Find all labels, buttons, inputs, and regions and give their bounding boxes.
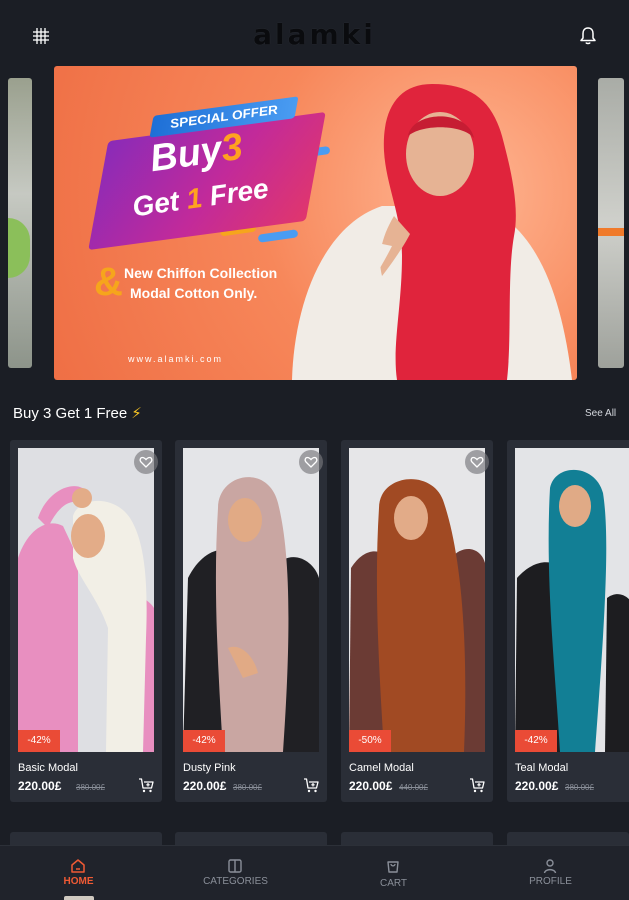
cart-icon: [387, 861, 399, 873]
banner-website: www.alamki.com: [128, 354, 224, 364]
heart-icon: [304, 456, 318, 468]
banner-subtitle-1: New Chiffon Collection: [124, 265, 278, 281]
product-name: Dusty Pink: [183, 762, 236, 774]
product-price: 220.00£: [183, 779, 227, 793]
nav-home-label: HOME: [63, 876, 94, 887]
heart-icon: [139, 456, 153, 468]
section-title: Buy 3 Get 1 Free ⚡: [13, 405, 142, 422]
carousel-next-slide[interactable]: [598, 78, 624, 368]
discount-badge: -42%: [515, 730, 557, 752]
bottom-navigation: HOME CATEGORIES CART PROFILE: [0, 846, 629, 900]
product-name: Basic Modal: [18, 762, 78, 774]
discount-badge: -50%: [349, 730, 391, 752]
favorite-button[interactable]: [134, 450, 158, 474]
product-price: 220.00£: [18, 779, 62, 793]
active-indicator: [64, 896, 94, 900]
discount-badge: -42%: [18, 730, 60, 752]
nav-profile-label: PROFILE: [529, 876, 572, 887]
product-card[interactable]: -42% Dusty Pink 220.00£ 380.00£: [175, 440, 327, 802]
discount-badge: -42%: [183, 730, 225, 752]
nav-categories-label: CATEGORIES: [203, 876, 268, 887]
original-price: 380.00£: [76, 783, 105, 792]
app-header: alamki: [0, 0, 629, 64]
product-image[interactable]: -42%: [18, 448, 154, 752]
product-image[interactable]: -50%: [349, 448, 485, 752]
add-to-cart-icon[interactable]: [138, 777, 154, 793]
heart-icon: [470, 456, 484, 468]
add-to-cart-icon[interactable]: [303, 777, 319, 793]
promo-banner[interactable]: SPECIAL OFFER Buy3 Get 1 Free & New Chif…: [54, 66, 577, 380]
product-card[interactable]: -42% Basic Modal 220.00£ 380.00£: [10, 440, 162, 802]
original-price: 440.00£: [399, 783, 428, 792]
nav-profile[interactable]: PROFILE: [472, 846, 629, 900]
promo-carousel[interactable]: SPECIAL OFFER Buy3 Get 1 Free & New Chif…: [0, 64, 629, 382]
ampersand-glyph: &: [94, 260, 123, 304]
home-icon: [71, 859, 85, 873]
bell-icon[interactable]: [578, 26, 598, 46]
nav-categories[interactable]: CATEGORIES: [157, 846, 314, 900]
banner-subtitle-2: Modal Cotton Only.: [130, 285, 258, 301]
product-card[interactable]: -42% Teal Modal 220.00£ 380.00£: [507, 440, 629, 802]
nav-cart[interactable]: CART: [315, 846, 472, 900]
product-name: Teal Modal: [515, 762, 569, 774]
add-to-cart-icon[interactable]: [469, 777, 485, 793]
product-name: Camel Modal: [349, 762, 414, 774]
banner-model-image: [292, 84, 572, 380]
nav-cart-label: CART: [379, 878, 408, 889]
carousel-previous-slide[interactable]: [8, 78, 32, 368]
product-price: 220.00£: [515, 779, 559, 793]
product-image[interactable]: -42%: [515, 448, 629, 752]
favorite-button[interactable]: [465, 450, 489, 474]
categories-icon: [228, 859, 242, 873]
app-logo: alamki: [253, 18, 376, 51]
profile-icon: [543, 859, 557, 874]
nav-home[interactable]: HOME: [0, 846, 157, 900]
lightning-icon: ⚡: [131, 405, 142, 422]
original-price: 380.00£: [233, 783, 262, 792]
original-price: 380.00£: [565, 783, 594, 792]
see-all-link[interactable]: See All: [585, 408, 616, 419]
favorite-button[interactable]: [299, 450, 323, 474]
product-card[interactable]: -50% Camel Modal 220.00£ 440.00£: [341, 440, 493, 802]
product-price: 220.00£: [349, 779, 393, 793]
product-image[interactable]: -42%: [183, 448, 319, 752]
